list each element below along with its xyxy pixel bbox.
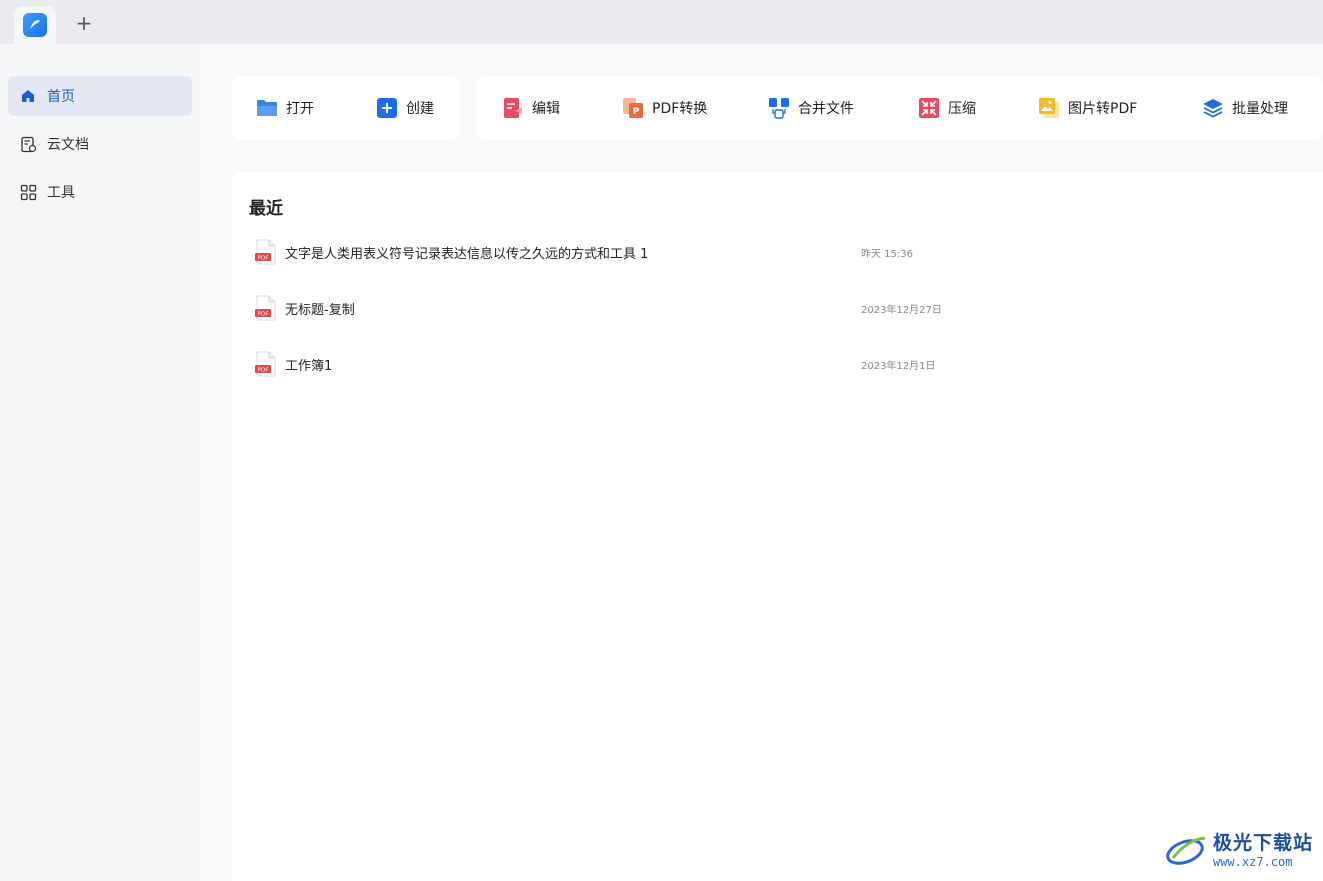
- cloud-doc-icon: [19, 135, 37, 153]
- pdf-file-icon: PDF: [255, 351, 276, 377]
- layers-icon: [1202, 97, 1224, 119]
- folder-icon: [256, 97, 278, 119]
- title-bar: +: [0, 0, 1323, 44]
- sidebar-item-tools[interactable]: 工具: [8, 172, 192, 212]
- file-name: 文字是人类用表义符号记录表达信息以传之久远的方式和工具 1: [285, 246, 649, 262]
- grid-icon: [19, 183, 37, 201]
- pdf-convert-button[interactable]: P PDF转换: [622, 76, 707, 140]
- file-time: 昨天 15:36: [861, 248, 913, 260]
- sidebar-item-label: 云文档: [47, 137, 89, 153]
- sidebar-item-home[interactable]: 首页: [8, 76, 192, 116]
- file-name: 无标题-复制: [285, 302, 355, 318]
- pdf-convert-icon: P: [622, 97, 644, 119]
- svg-text:P: P: [633, 107, 640, 117]
- sidebar: 首页 云文档 工具: [0, 44, 200, 881]
- create-label: 创建: [406, 101, 434, 117]
- tools-card: 编辑 P PDF转换 合并文件 压缩 图片转PDF 批量处理: [476, 76, 1323, 140]
- pdf-file-icon: PDF: [255, 295, 276, 321]
- image-to-pdf-icon: [1038, 97, 1060, 119]
- sidebar-item-cloud-docs[interactable]: 云文档: [8, 124, 192, 164]
- quick-actions-card: 打开 创建: [232, 76, 460, 140]
- image-to-pdf-button[interactable]: 图片转PDF: [1038, 76, 1137, 140]
- edit-button[interactable]: 编辑: [502, 76, 560, 140]
- file-name: 工作簿1: [285, 358, 333, 374]
- watermark-url: www.xz7.com: [1212, 855, 1293, 869]
- main-content: 打开 创建 编辑 P PDF转换 合并文件 压缩 图片转PDF 批量处理 最近 …: [200, 44, 1323, 881]
- app-logo-icon: [23, 13, 47, 37]
- file-time: 2023年12月27日: [861, 304, 942, 316]
- pdf-convert-label: PDF转换: [652, 101, 708, 117]
- edit-label: 编辑: [532, 101, 560, 117]
- svg-text:PDF: PDF: [258, 311, 269, 317]
- batch-process-button[interactable]: 批量处理: [1202, 76, 1288, 140]
- list-item[interactable]: PDF 工作簿1 2023年12月1日: [249, 344, 1119, 384]
- compress-label: 压缩: [948, 101, 976, 117]
- merge-files-label: 合并文件: [798, 101, 854, 117]
- compress-button[interactable]: 压缩: [918, 76, 976, 140]
- sidebar-item-label: 工具: [47, 185, 75, 201]
- new-tab-button[interactable]: +: [72, 12, 96, 36]
- create-button[interactable]: 创建: [376, 76, 434, 140]
- batch-process-label: 批量处理: [1232, 101, 1288, 117]
- watermark-logo-icon: [1166, 836, 1206, 865]
- file-time: 2023年12月1日: [861, 360, 936, 372]
- recent-title: 最近: [249, 199, 283, 219]
- home-icon: [19, 87, 37, 105]
- svg-text:PDF: PDF: [258, 255, 269, 261]
- watermark: 极光下载站 www.xz7.com: [1165, 828, 1313, 869]
- open-button[interactable]: 打开: [256, 76, 314, 140]
- open-label: 打开: [286, 101, 314, 117]
- sidebar-item-label: 首页: [47, 89, 75, 105]
- image-to-pdf-label: 图片转PDF: [1068, 101, 1138, 117]
- app-home-tab[interactable]: [14, 6, 56, 44]
- plus-square-icon: [376, 97, 398, 119]
- pdf-file-icon: PDF: [255, 239, 276, 265]
- merge-files-button[interactable]: 合并文件: [768, 76, 854, 140]
- svg-text:PDF: PDF: [258, 367, 269, 373]
- recent-files-panel: 最近 PDF 文字是人类用表义符号记录表达信息以传之久远的方式和工具 1 昨天 …: [232, 172, 1323, 881]
- edit-doc-icon: [502, 97, 524, 119]
- list-item[interactable]: PDF 无标题-复制 2023年12月27日: [249, 288, 1119, 328]
- watermark-name: 极光下载站: [1212, 832, 1313, 854]
- merge-icon: [768, 97, 790, 119]
- compress-icon: [918, 97, 940, 119]
- list-item[interactable]: PDF 文字是人类用表义符号记录表达信息以传之久远的方式和工具 1 昨天 15:…: [249, 232, 1119, 272]
